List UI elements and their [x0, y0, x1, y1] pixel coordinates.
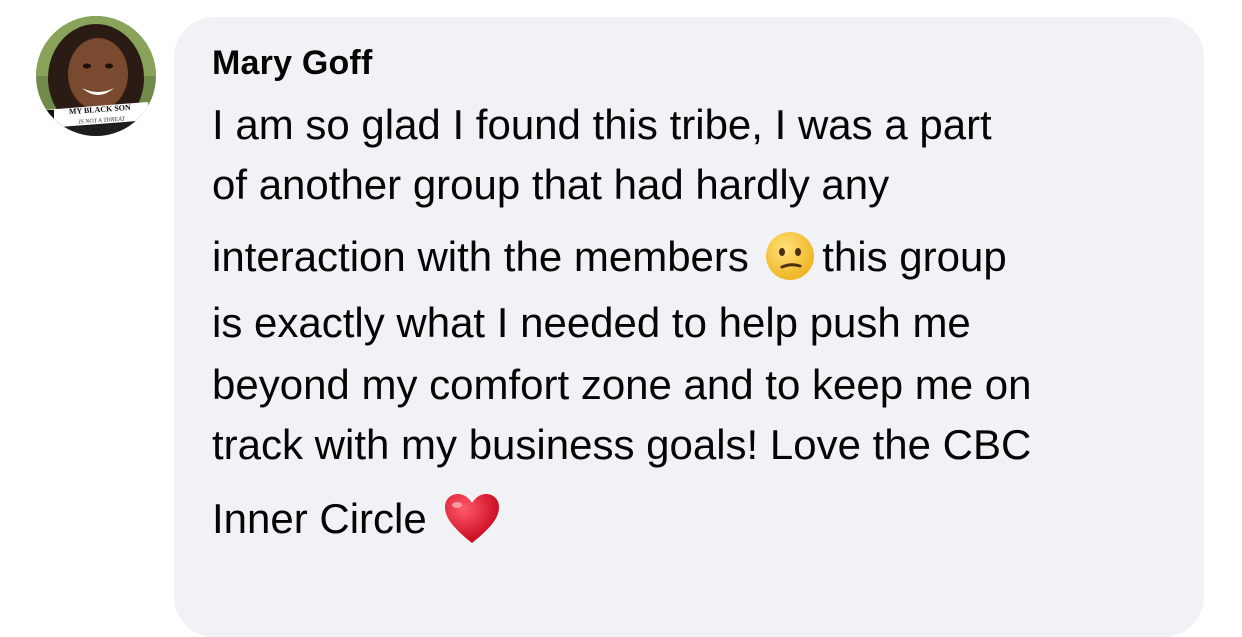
- avatar[interactable]: MY BLACK SON IS NOT A THREAT: [36, 16, 156, 136]
- comment-line-7: Inner Circle: [212, 494, 502, 547]
- comment-line-4: is exactly what I needed to help push me: [212, 299, 971, 346]
- comment-line-7-text: Inner Circle: [212, 495, 427, 543]
- comment-line-6: track with my business goals! Love the C…: [212, 421, 1032, 468]
- comment-line-3b-text: this group: [822, 233, 1007, 280]
- red-heart-icon: [438, 494, 502, 547]
- comment-line-2: of another group that had hardly any: [212, 161, 890, 208]
- comment-line-3: interaction with the members this group: [212, 232, 1007, 283]
- comment-author[interactable]: Mary Goff: [212, 44, 372, 83]
- comment-line-3-text: interaction with the members: [212, 233, 749, 280]
- confused-face-icon: [761, 232, 814, 283]
- comment-line-5: beyond my comfort zone and to keep me on: [212, 361, 1032, 408]
- comment-line-1: I am so glad I found this tribe, I was a…: [212, 101, 992, 148]
- avatar-photo: MY BLACK SON IS NOT A THREAT: [36, 16, 156, 136]
